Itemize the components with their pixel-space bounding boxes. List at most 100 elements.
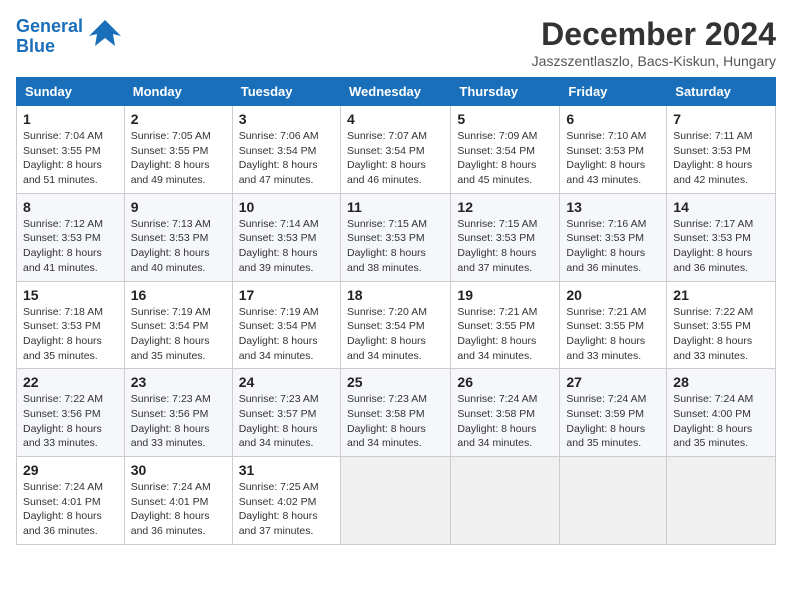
day-detail: Sunrise: 7:16 AMSunset: 3:53 PMDaylight:… (566, 218, 646, 274)
day-number: 1 (23, 111, 118, 127)
calendar-cell: 30Sunrise: 7:24 AMSunset: 4:01 PMDayligh… (124, 457, 232, 545)
day-detail: Sunrise: 7:17 AMSunset: 3:53 PMDaylight:… (673, 218, 753, 274)
day-detail: Sunrise: 7:14 AMSunset: 3:53 PMDaylight:… (239, 218, 319, 274)
calendar-cell: 24 Sunrise: 7:23 AMSunset: 3:57 PMDayligh… (232, 369, 340, 457)
day-number: 28 (673, 374, 769, 390)
calendar-header-row: SundayMondayTuesdayWednesdayThursdayFrid… (17, 78, 776, 106)
day-number: 6 (566, 111, 660, 127)
day-detail: Sunrise: 7:19 AMSunset: 3:54 PMDaylight:… (239, 306, 319, 362)
day-detail: Sunrise: 7:15 AMSunset: 3:53 PMDaylight:… (347, 218, 427, 274)
calendar-cell: 22 Sunrise: 7:22 AMSunset: 3:56 PMDayligh… (17, 369, 125, 457)
day-detail: Sunrise: 7:24 AMSunset: 3:59 PMDaylight:… (566, 393, 646, 449)
calendar-week-2: 8 Sunrise: 7:12 AMSunset: 3:53 PMDaylight… (17, 193, 776, 281)
calendar-cell: 28Sunrise: 7:24 AMSunset: 4:00 PMDayligh… (667, 369, 776, 457)
calendar-cell: 18 Sunrise: 7:20 AMSunset: 3:54 PMDayligh… (340, 281, 450, 369)
day-detail: Sunrise: 7:24 AMSunset: 3:58 PMDaylight:… (457, 393, 537, 449)
calendar-week-5: 29 Sunrise: 7:24 AMSunset: 4:01 PMDayligh… (17, 457, 776, 545)
calendar-cell: 25Sunrise: 7:23 AMSunset: 3:58 PMDayligh… (340, 369, 450, 457)
calendar-week-1: 1 Sunrise: 7:04 AMSunset: 3:55 PMDaylight… (17, 106, 776, 194)
day-number: 29 (23, 462, 118, 478)
calendar-cell (451, 457, 560, 545)
day-number: 31 (239, 462, 334, 478)
calendar-cell: 10 Sunrise: 7:14 AMSunset: 3:53 PMDayligh… (232, 193, 340, 281)
day-detail: Sunrise: 7:05 AMSunset: 3:55 PMDaylight:… (131, 130, 211, 186)
calendar-table: SundayMondayTuesdayWednesdayThursdayFrid… (16, 77, 776, 545)
calendar-cell: 14 Sunrise: 7:17 AMSunset: 3:53 PMDayligh… (667, 193, 776, 281)
calendar-cell: 11Sunrise: 7:15 AMSunset: 3:53 PMDayligh… (340, 193, 450, 281)
logo-text: GeneralBlue (16, 17, 83, 57)
day-detail: Sunrise: 7:18 AMSunset: 3:53 PMDaylight:… (23, 306, 103, 362)
calendar-cell: 4 Sunrise: 7:07 AMSunset: 3:54 PMDaylight… (340, 106, 450, 194)
calendar-cell: 9 Sunrise: 7:13 AMSunset: 3:53 PMDaylight… (124, 193, 232, 281)
calendar-cell: 1 Sunrise: 7:04 AMSunset: 3:55 PMDaylight… (17, 106, 125, 194)
calendar-cell: 27 Sunrise: 7:24 AMSunset: 3:59 PMDayligh… (560, 369, 667, 457)
day-number: 20 (566, 287, 660, 303)
day-number: 3 (239, 111, 334, 127)
calendar-cell: 2 Sunrise: 7:05 AMSunset: 3:55 PMDaylight… (124, 106, 232, 194)
day-detail: Sunrise: 7:23 AMSunset: 3:56 PMDaylight:… (131, 393, 211, 449)
calendar-cell: 20 Sunrise: 7:21 AMSunset: 3:55 PMDayligh… (560, 281, 667, 369)
header-saturday: Saturday (667, 78, 776, 106)
day-detail: Sunrise: 7:06 AMSunset: 3:54 PMDaylight:… (239, 130, 319, 186)
day-detail: Sunrise: 7:09 AMSunset: 3:54 PMDaylight:… (457, 130, 537, 186)
day-detail: Sunrise: 7:10 AMSunset: 3:53 PMDaylight:… (566, 130, 646, 186)
day-number: 18 (347, 287, 444, 303)
day-number: 23 (131, 374, 226, 390)
day-number: 16 (131, 287, 226, 303)
title-block: December 2024 Jaszszentlaszlo, Bacs-Kisk… (532, 16, 776, 69)
calendar-cell: 16 Sunrise: 7:19 AMSunset: 3:54 PMDayligh… (124, 281, 232, 369)
day-detail: Sunrise: 7:23 AMSunset: 3:57 PMDaylight:… (239, 393, 319, 449)
day-number: 27 (566, 374, 660, 390)
header-monday: Monday (124, 78, 232, 106)
day-detail: Sunrise: 7:13 AMSunset: 3:53 PMDaylight:… (131, 218, 211, 274)
day-number: 21 (673, 287, 769, 303)
day-detail: Sunrise: 7:12 AMSunset: 3:53 PMDaylight:… (23, 218, 103, 274)
day-number: 19 (457, 287, 553, 303)
header-friday: Friday (560, 78, 667, 106)
calendar-body: 1 Sunrise: 7:04 AMSunset: 3:55 PMDaylight… (17, 106, 776, 545)
day-number: 9 (131, 199, 226, 215)
calendar-cell: 6 Sunrise: 7:10 AMSunset: 3:53 PMDaylight… (560, 106, 667, 194)
calendar-cell: 3 Sunrise: 7:06 AMSunset: 3:54 PMDaylight… (232, 106, 340, 194)
day-detail: Sunrise: 7:21 AMSunset: 3:55 PMDaylight:… (566, 306, 646, 362)
day-number: 12 (457, 199, 553, 215)
day-detail: Sunrise: 7:04 AMSunset: 3:55 PMDaylight:… (23, 130, 103, 186)
day-detail: Sunrise: 7:20 AMSunset: 3:54 PMDaylight:… (347, 306, 427, 362)
day-detail: Sunrise: 7:22 AMSunset: 3:56 PMDaylight:… (23, 393, 103, 449)
day-detail: Sunrise: 7:21 AMSunset: 3:55 PMDaylight:… (457, 306, 537, 362)
calendar-cell: 29 Sunrise: 7:24 AMSunset: 4:01 PMDayligh… (17, 457, 125, 545)
calendar-cell: 13 Sunrise: 7:16 AMSunset: 3:53 PMDayligh… (560, 193, 667, 281)
day-number: 15 (23, 287, 118, 303)
logo: GeneralBlue (16, 16, 123, 57)
calendar-cell: 12Sunrise: 7:15 AMSunset: 3:53 PMDayligh… (451, 193, 560, 281)
calendar-cell: 8 Sunrise: 7:12 AMSunset: 3:53 PMDaylight… (17, 193, 125, 281)
header-thursday: Thursday (451, 78, 560, 106)
day-number: 2 (131, 111, 226, 127)
day-number: 13 (566, 199, 660, 215)
day-number: 10 (239, 199, 334, 215)
day-number: 8 (23, 199, 118, 215)
day-number: 30 (131, 462, 226, 478)
day-number: 4 (347, 111, 444, 127)
calendar-cell (560, 457, 667, 545)
month-title: December 2024 (532, 16, 776, 53)
day-number: 24 (239, 374, 334, 390)
header-wednesday: Wednesday (340, 78, 450, 106)
calendar-cell (340, 457, 450, 545)
day-number: 17 (239, 287, 334, 303)
calendar-cell: 17 Sunrise: 7:19 AMSunset: 3:54 PMDayligh… (232, 281, 340, 369)
calendar-cell: 26 Sunrise: 7:24 AMSunset: 3:58 PMDayligh… (451, 369, 560, 457)
calendar-cell: 5 Sunrise: 7:09 AMSunset: 3:54 PMDaylight… (451, 106, 560, 194)
day-detail: Sunrise: 7:07 AMSunset: 3:54 PMDaylight:… (347, 130, 427, 186)
header-sunday: Sunday (17, 78, 125, 106)
day-detail: Sunrise: 7:19 AMSunset: 3:54 PMDaylight:… (131, 306, 211, 362)
day-number: 26 (457, 374, 553, 390)
day-number: 5 (457, 111, 553, 127)
day-number: 22 (23, 374, 118, 390)
calendar-cell: 21Sunrise: 7:22 AMSunset: 3:55 PMDayligh… (667, 281, 776, 369)
day-detail: Sunrise: 7:24 AMSunset: 4:01 PMDaylight:… (23, 481, 103, 537)
day-detail: Sunrise: 7:25 AMSunset: 4:02 PMDaylight:… (239, 481, 319, 537)
day-number: 14 (673, 199, 769, 215)
calendar-cell: 15 Sunrise: 7:18 AMSunset: 3:53 PMDayligh… (17, 281, 125, 369)
calendar-cell: 31 Sunrise: 7:25 AMSunset: 4:02 PMDayligh… (232, 457, 340, 545)
